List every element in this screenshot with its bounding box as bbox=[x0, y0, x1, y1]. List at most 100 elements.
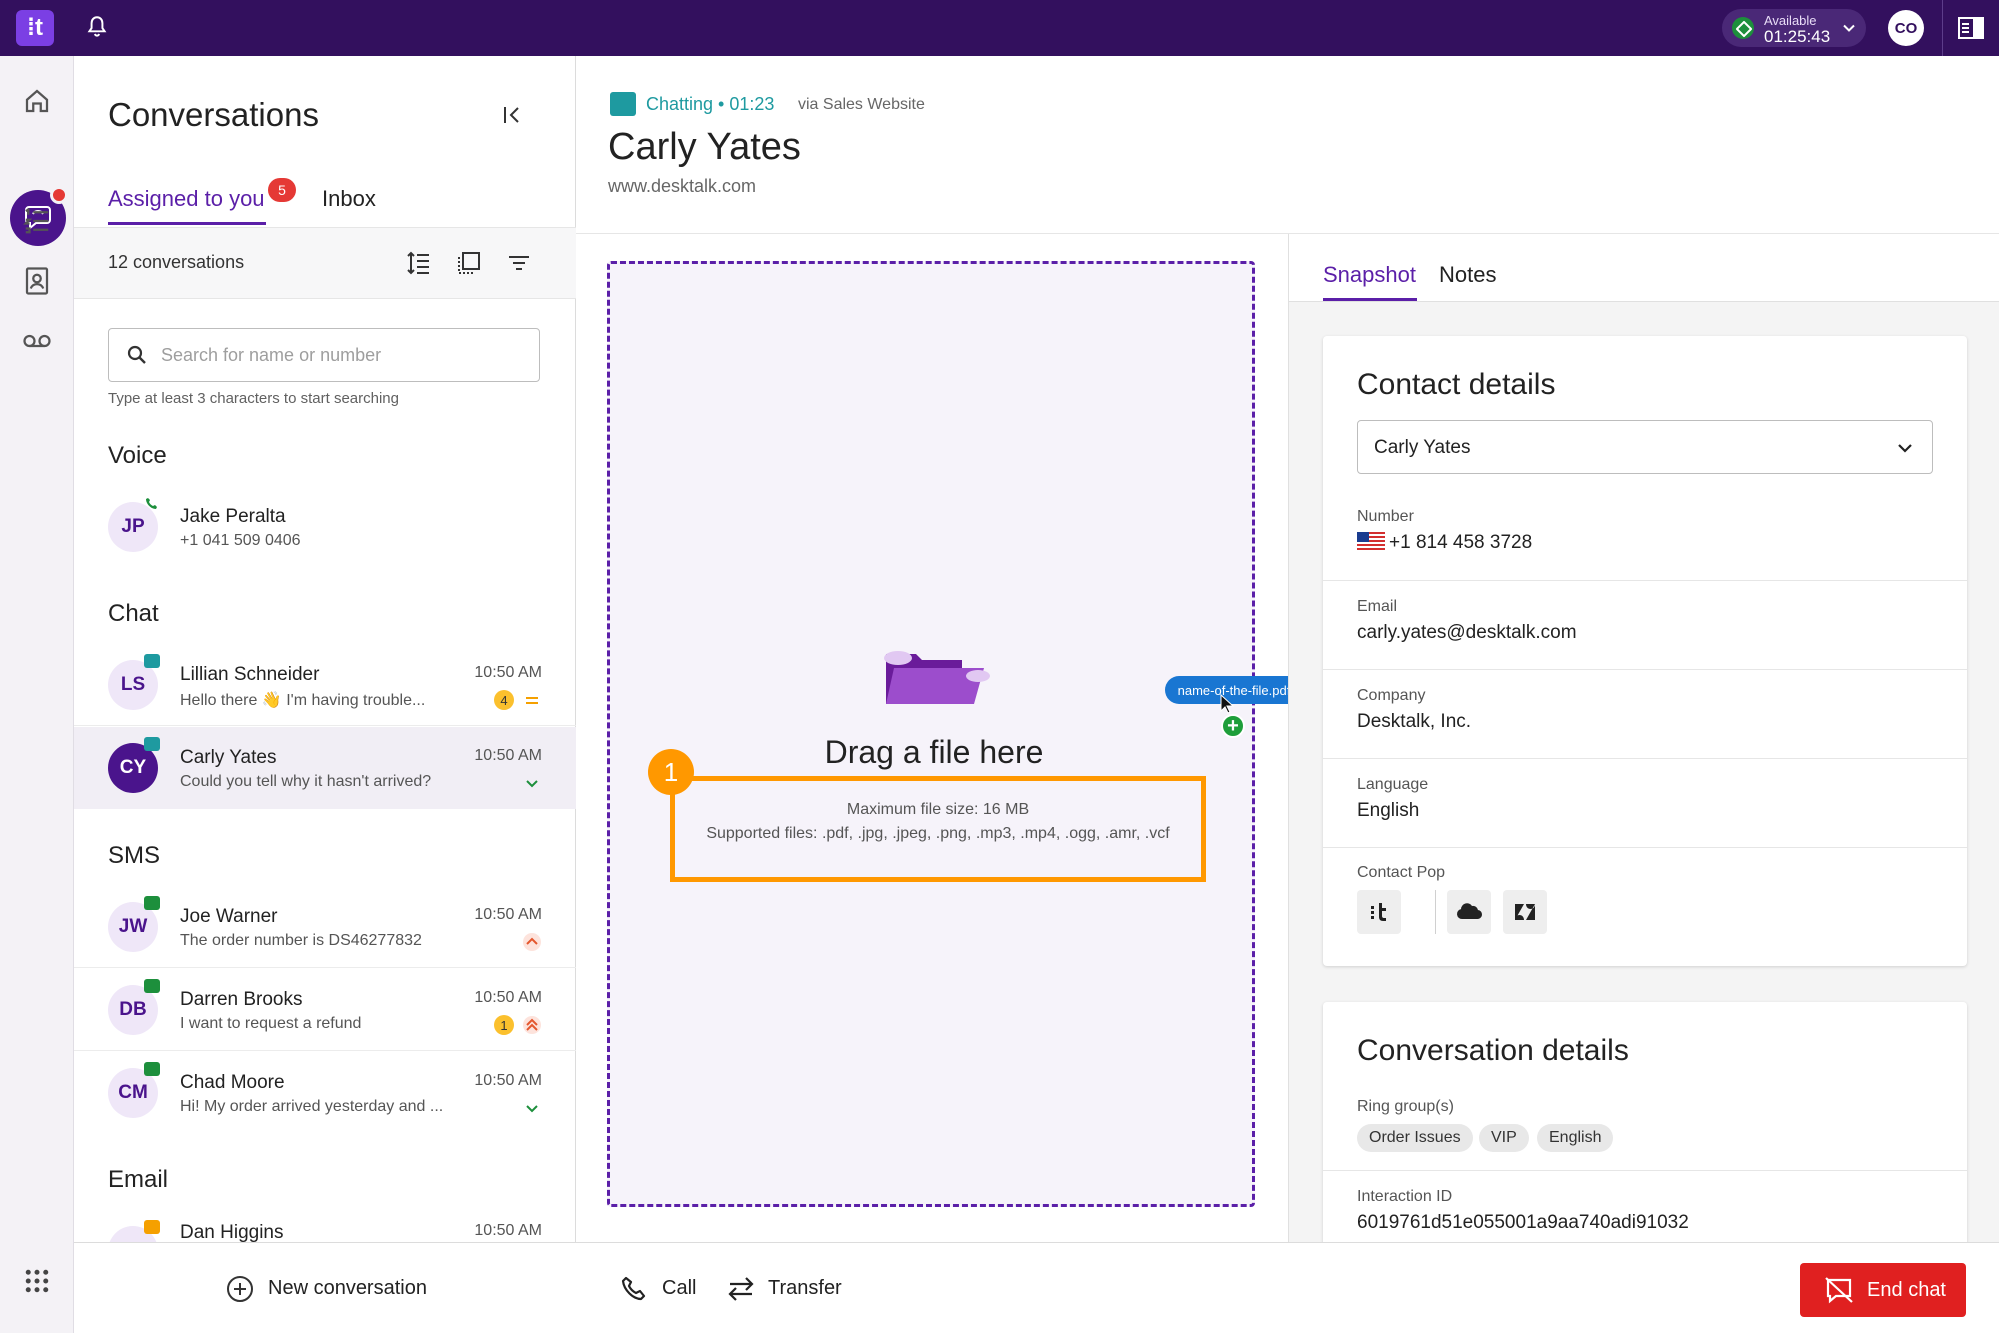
status-timer: 01:25:43 bbox=[1764, 27, 1831, 46]
notification-bell-icon[interactable] bbox=[84, 14, 110, 40]
divider bbox=[1323, 847, 1967, 848]
message-preview: Hello there 👋 I'm having trouble... bbox=[180, 692, 426, 709]
contact-name: Carly Yates bbox=[180, 747, 277, 768]
divider bbox=[74, 967, 576, 968]
cursor-icon bbox=[1220, 694, 1234, 714]
contact-email[interactable]: carly.yates@desktalk.com bbox=[1357, 622, 1577, 644]
conversation-header: Chatting • 01:23 via Sales Website Carly… bbox=[576, 56, 1999, 234]
list-item[interactable]: Dan Higgins 10:50 AM bbox=[74, 1210, 576, 1242]
card-title: Conversation details bbox=[1357, 1034, 1629, 1067]
end-chat-icon bbox=[1825, 1277, 1853, 1304]
new-conversation-label: New conversation bbox=[268, 1277, 427, 1299]
zendesk-icon[interactable] bbox=[1503, 890, 1547, 934]
list-item[interactable]: DB Darren Brooks I want to request a ref… bbox=[74, 969, 576, 1051]
timestamp: 10:50 AM bbox=[474, 989, 542, 1006]
apps-grid-icon[interactable] bbox=[22, 1266, 52, 1296]
ring-group-chip: English bbox=[1537, 1124, 1614, 1152]
voicemail-icon[interactable] bbox=[22, 326, 52, 356]
collapse-panel-icon[interactable] bbox=[502, 104, 524, 126]
chat-status: Chatting • 01:23 bbox=[646, 94, 775, 114]
agent-status-selector[interactable]: Available 01:25:43 bbox=[1722, 9, 1866, 47]
add-circle-icon bbox=[227, 1276, 253, 1302]
talkdesk-logo[interactable]: ⁞t bbox=[16, 10, 54, 46]
nav-rail bbox=[0, 56, 74, 1333]
contacts-icon[interactable] bbox=[22, 266, 52, 296]
contact-name: Dan Higgins bbox=[180, 1222, 284, 1242]
contact-language: English bbox=[1357, 800, 1420, 821]
priority-high-icon bbox=[523, 933, 541, 951]
file-drop-zone[interactable]: Drag a file here Maximum file size: 16 M… bbox=[607, 261, 1255, 1207]
priority-urgent-icon bbox=[523, 1016, 541, 1034]
dragged-file-chip[interactable]: name-of-the-file.pdf bbox=[1165, 676, 1303, 704]
supported-file-types: Supported files: .pdf, .jpg, .jpeg, .png… bbox=[706, 825, 1170, 842]
home-icon[interactable] bbox=[22, 86, 52, 116]
snapshot-panel: Snapshot Notes Contact details Carly Yat… bbox=[1288, 234, 1999, 1262]
company-label: Company bbox=[1357, 687, 1426, 704]
end-chat-button[interactable]: End chat bbox=[1800, 1263, 1966, 1317]
email-label: Email bbox=[1357, 598, 1398, 615]
tab-inbox[interactable]: Inbox bbox=[322, 186, 376, 212]
section-chat: Chat bbox=[108, 600, 159, 627]
list-item-selected[interactable]: CY Carly Yates Could you tell why it has… bbox=[74, 727, 576, 809]
file-requirements-highlight: Maximum file size: 16 MB Supported files… bbox=[670, 776, 1206, 882]
contact-name: Darren Brooks bbox=[180, 989, 303, 1010]
message-preview: Could you tell why it hasn't arrived? bbox=[180, 773, 432, 790]
sort-icon[interactable] bbox=[406, 250, 432, 276]
phone-icon[interactable] bbox=[620, 1275, 648, 1303]
transfer-button[interactable]: Transfer bbox=[768, 1277, 842, 1300]
conversation-count: 12 conversations bbox=[108, 252, 245, 272]
divider bbox=[1942, 0, 1943, 56]
list-item[interactable]: JP Jake Peralta +1 041 509 0406 bbox=[74, 486, 576, 568]
tab-notes[interactable]: Notes bbox=[1439, 262, 1496, 288]
number-label: Number bbox=[1357, 508, 1414, 525]
tab-assigned-to-you[interactable]: Assigned to you bbox=[108, 186, 265, 212]
sms-channel-icon bbox=[144, 1062, 160, 1076]
ring-group-chip: VIP bbox=[1479, 1124, 1529, 1152]
message-preview: I want to request a refund bbox=[180, 1015, 362, 1032]
add-file-icon: + bbox=[1221, 714, 1245, 738]
tab-snapshot[interactable]: Snapshot bbox=[1323, 262, 1416, 288]
email-channel-icon bbox=[144, 1220, 160, 1234]
list-item[interactable]: CM Chad Moore Hi! My order arrived yeste… bbox=[74, 1052, 576, 1134]
section-sms: SMS bbox=[108, 842, 161, 869]
select-multiple-icon[interactable] bbox=[456, 250, 482, 276]
timestamp: 10:50 AM bbox=[474, 1222, 542, 1239]
list-item[interactable]: JW Joe Warner The order number is DS4627… bbox=[74, 886, 576, 968]
language-label: Language bbox=[1357, 776, 1429, 793]
search-field[interactable] bbox=[108, 328, 540, 382]
side-panel-icon[interactable] bbox=[1958, 16, 1984, 40]
divider bbox=[1323, 669, 1967, 670]
contact-number[interactable]: +1 814 458 3728 bbox=[1389, 532, 1532, 554]
talkdesk-contact-pop-icon[interactable] bbox=[1357, 890, 1401, 934]
chat-source: via Sales Website bbox=[798, 96, 925, 113]
sms-channel-icon bbox=[144, 979, 160, 993]
conversation-details-card: Conversation details Ring group(s) Order… bbox=[1323, 1002, 1967, 1262]
folder-icon bbox=[884, 651, 990, 704]
priority-medium-icon bbox=[526, 697, 538, 704]
list-toolbar: 12 conversations bbox=[74, 227, 576, 299]
panel-title: Conversations bbox=[108, 96, 319, 133]
search-input[interactable] bbox=[161, 341, 521, 369]
user-avatar[interactable]: CO bbox=[1888, 10, 1924, 46]
call-button[interactable]: Call bbox=[662, 1277, 696, 1300]
search-icon bbox=[127, 345, 146, 364]
ring-group-chip: Order Issues bbox=[1357, 1124, 1473, 1152]
contact-name: Lillian Schneider bbox=[180, 664, 320, 685]
contact-pop-label: Contact Pop bbox=[1357, 864, 1446, 881]
contact-name: Jake Peralta bbox=[180, 506, 286, 527]
filter-icon[interactable] bbox=[506, 250, 532, 276]
transfer-icon[interactable] bbox=[726, 1275, 756, 1303]
conversation-action-bar: Call Transfer End chat bbox=[576, 1242, 1999, 1333]
list-icon[interactable] bbox=[22, 206, 52, 236]
list-item[interactable]: LS Lillian Schneider Hello there 👋 I'm h… bbox=[74, 644, 576, 726]
contact-name-title: Carly Yates bbox=[608, 126, 801, 168]
divider bbox=[1435, 890, 1436, 934]
selected-contact: Carly Yates bbox=[1374, 437, 1471, 458]
new-conversation-button[interactable]: New conversation bbox=[74, 1242, 576, 1333]
message-preview: Hi! My order arrived yesterday and ... bbox=[180, 1098, 444, 1115]
contact-company: Desktalk, Inc. bbox=[1357, 711, 1472, 732]
salesforce-cloud-icon[interactable] bbox=[1447, 890, 1491, 934]
available-status-icon bbox=[1732, 17, 1754, 39]
contact-details-card: Contact details Carly Yates Number +1 81… bbox=[1323, 336, 1967, 966]
contact-select[interactable]: Carly Yates bbox=[1357, 420, 1933, 474]
